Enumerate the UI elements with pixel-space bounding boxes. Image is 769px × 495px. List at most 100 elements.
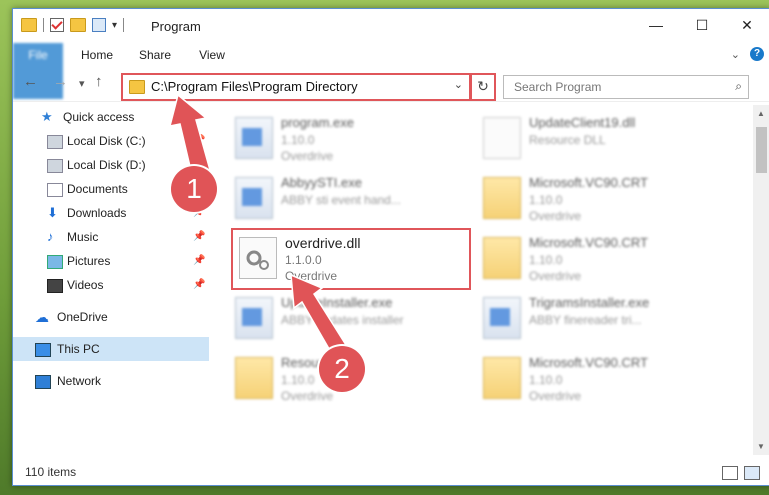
vertical-scrollbar[interactable]: ▲ ▼ (753, 105, 769, 455)
search-icon[interactable]: ⌕ (735, 79, 742, 94)
file-name: Microsoft.VC90.CRT (529, 175, 648, 190)
file-item[interactable]: Microsoft.VC90.CRT 1.10.0 Overdrive (477, 231, 707, 287)
chevron-down-icon[interactable]: ⌄ (454, 78, 463, 91)
chevron-down-icon[interactable]: ▾ (112, 20, 117, 31)
pin-icon[interactable]: 📌 (193, 225, 205, 249)
properties-check-icon[interactable] (50, 18, 64, 32)
expand-ribbon-icon[interactable]: ⌄ (731, 48, 740, 61)
help-icon[interactable]: ? (750, 47, 764, 61)
file-version: ABBY finereader tri... (529, 313, 642, 327)
step-2-badge: 2 (319, 346, 365, 392)
window-title: Program (151, 19, 201, 34)
tab-home[interactable]: Home (71, 43, 123, 67)
drive-icon (47, 159, 63, 173)
file-name: UpdateClient19.dll (529, 115, 636, 130)
sidebar-item-label: Network (57, 374, 102, 388)
folder-icon (129, 80, 145, 94)
recent-locations-icon[interactable]: ▾ (79, 77, 85, 90)
file-version: 1.10.0 (529, 373, 563, 387)
file-version: 1.10.0 (529, 253, 563, 267)
maximize-button[interactable]: ☐ (679, 13, 725, 37)
scrollbar-thumb[interactable] (756, 127, 767, 173)
tab-view[interactable]: View (189, 43, 235, 67)
folder-icon (483, 357, 521, 399)
pin-icon[interactable]: 📌 (193, 273, 205, 297)
file-item[interactable]: UpdateInstaller.exe ABBY updates install… (229, 291, 459, 347)
file-version: ABBY sti event hand... (281, 193, 401, 207)
title-bar: ▾ Program — ☐ ✕ (13, 9, 769, 43)
file-name: Microsoft.VC90.CRT (529, 355, 648, 370)
item-count: 110 items (25, 465, 77, 479)
file-version: 1.10.0 (529, 193, 563, 207)
file-name: Microsoft.VC90.CRT (529, 235, 648, 250)
exe-icon (483, 297, 521, 339)
address-bar[interactable]: C:\Program Files\Program Directory ⌄ (121, 73, 471, 101)
file-version: ABBY updates installer (281, 313, 404, 327)
back-arrow-icon[interactable]: ← (23, 73, 38, 90)
sidebar-item-label: Music (67, 230, 99, 244)
folder-icon (235, 357, 273, 399)
sidebar-item-label: Local Disk (D:) (67, 158, 146, 172)
pictures-icon (47, 255, 63, 269)
exe-icon (235, 117, 273, 159)
new-folder-icon[interactable] (70, 18, 86, 32)
folder-icon (483, 177, 521, 219)
file-item[interactable]: TrigramsInstaller.exe ABBY finereader tr… (477, 291, 707, 347)
sidebar-item-music[interactable]: ♪ Music 📌 (13, 225, 209, 249)
cloud-icon: ☁ (35, 309, 49, 325)
computer-icon (35, 343, 51, 357)
minimize-button[interactable]: — (633, 13, 679, 37)
address-path[interactable]: C:\Program Files\Program Directory (151, 79, 358, 94)
file-version: Resource DLL (529, 133, 606, 147)
tab-share[interactable]: Share (129, 43, 181, 67)
file-item[interactable]: program.exe 1.10.0 Overdrive (229, 111, 459, 167)
sidebar-item-label: This PC (57, 342, 100, 356)
up-arrow-icon[interactable]: ↑ (95, 73, 103, 90)
forward-arrow-icon[interactable]: → (53, 73, 68, 90)
file-item[interactable]: UpdateClient19.dll Resource DLL (477, 111, 707, 167)
file-item[interactable]: Microsoft.VC90.CRT 1.10.0 Overdrive (477, 171, 707, 227)
large-icons-view-icon[interactable] (744, 466, 760, 480)
sidebar-item-label: Pictures (67, 254, 111, 268)
file-name: TrigramsInstaller.exe (529, 295, 650, 310)
sidebar-item-label: Documents (67, 182, 128, 196)
star-icon: ★ (41, 109, 53, 124)
file-description: Overdrive (529, 209, 582, 223)
file-version: 1.10.0 (281, 373, 315, 387)
quick-access-toolbar: ▾ (21, 18, 125, 32)
sidebar-item-label: Videos (67, 278, 104, 292)
details-view-icon[interactable] (722, 466, 738, 480)
scroll-down-icon[interactable]: ▼ (757, 442, 765, 451)
file-name: AbbyySTI.exe (281, 175, 362, 190)
ribbon-help-area: ⌄ ? (731, 47, 764, 61)
refresh-button[interactable]: ↻ (470, 73, 496, 101)
sidebar-item-videos[interactable]: Videos 📌 (13, 273, 209, 297)
search-box[interactable]: ⌕ (503, 75, 749, 99)
download-arrow-icon: ⬇ (47, 205, 58, 220)
file-item[interactable]: AbbyySTI.exe ABBY sti event hand... (229, 171, 459, 227)
sidebar-item-this-pc[interactable]: This PC (13, 337, 209, 361)
pin-icon[interactable]: 📌 (193, 129, 205, 153)
toolbar-divider (123, 18, 125, 32)
sidebar-item-quick-access[interactable]: ★ Quick access (13, 105, 209, 129)
sidebar-item-label: Downloads (67, 206, 127, 220)
view-toggle (722, 466, 760, 480)
exe-icon (235, 297, 273, 339)
pin-icon[interactable]: 📌 (193, 249, 205, 273)
scroll-up-icon[interactable]: ▲ (757, 109, 765, 118)
sidebar-item-pictures[interactable]: Pictures 📌 (13, 249, 209, 273)
search-input[interactable] (512, 79, 716, 95)
network-icon (35, 375, 51, 389)
file-item[interactable]: Microsoft.VC90.CRT 1.10.0 Overdrive (477, 351, 707, 407)
music-note-icon: ♪ (47, 229, 54, 244)
sidebar-item-network[interactable]: Network (13, 369, 209, 393)
customize-icon[interactable] (92, 18, 106, 32)
sidebar-item-label: OneDrive (57, 310, 108, 324)
sidebar-item-local-disk-c[interactable]: Local Disk (C:) 📌 (13, 129, 209, 153)
sidebar-item-onedrive[interactable]: ☁ OneDrive (13, 305, 209, 329)
folder-icon[interactable] (21, 18, 37, 32)
file-description: Overdrive (281, 389, 334, 403)
close-button[interactable]: ✕ (724, 13, 769, 37)
drive-icon (47, 135, 63, 149)
folder-icon (483, 237, 521, 279)
